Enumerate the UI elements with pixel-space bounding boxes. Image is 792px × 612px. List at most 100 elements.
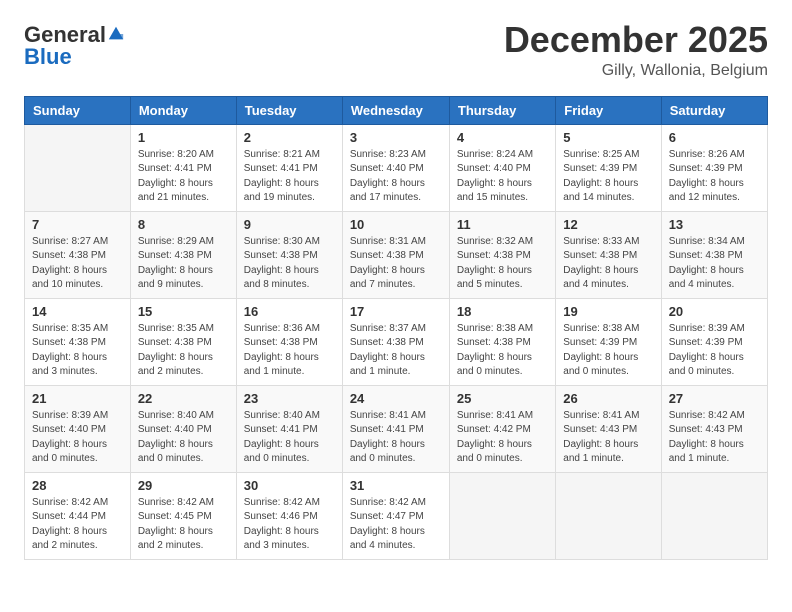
day-info: Sunrise: 8:29 AMSunset: 4:38 PMDaylight:… <box>138 235 229 293</box>
calendar-cell <box>25 124 131 211</box>
day-info: Sunrise: 8:34 AMSunset: 4:38 PMDaylight:… <box>669 235 760 293</box>
day-info: Sunrise: 8:42 AMSunset: 4:46 PMDaylight:… <box>244 496 335 554</box>
day-info: Sunrise: 8:32 AMSunset: 4:38 PMDaylight:… <box>457 235 548 293</box>
calendar-cell: 27 Sunrise: 8:42 AMSunset: 4:43 PMDayligh… <box>661 385 767 472</box>
day-number: 3 <box>350 130 442 145</box>
day-number: 6 <box>669 130 760 145</box>
calendar-cell: 28 Sunrise: 8:42 AMSunset: 4:44 PMDayligh… <box>25 472 131 559</box>
day-info: Sunrise: 8:38 AMSunset: 4:39 PMDaylight:… <box>563 322 653 380</box>
calendar-week-5: 28 Sunrise: 8:42 AMSunset: 4:44 PMDayligh… <box>25 472 768 559</box>
day-number: 9 <box>244 217 335 232</box>
day-info: Sunrise: 8:25 AMSunset: 4:39 PMDaylight:… <box>563 148 653 206</box>
calendar-cell: 1Sunrise: 8:20 AMSunset: 4:41 PMDaylight… <box>130 124 236 211</box>
day-number: 29 <box>138 478 229 493</box>
day-number: 24 <box>350 391 442 406</box>
calendar-cell: 2 Sunrise: 8:21 AMSunset: 4:41 PMDaylight… <box>236 124 342 211</box>
calendar-cell: 9 Sunrise: 8:30 AMSunset: 4:38 PMDaylight… <box>236 211 342 298</box>
calendar-week-1: 1Sunrise: 8:20 AMSunset: 4:41 PMDaylight… <box>25 124 768 211</box>
day-number: 26 <box>563 391 653 406</box>
day-number: 19 <box>563 304 653 319</box>
day-number: 28 <box>32 478 123 493</box>
day-info: Sunrise: 8:42 AMSunset: 4:44 PMDaylight:… <box>32 496 123 554</box>
page-header: General Blue December 2025 Gilly, Wallon… <box>24 20 768 80</box>
calendar-cell: 3 Sunrise: 8:23 AMSunset: 4:40 PMDaylight… <box>342 124 449 211</box>
day-info: Sunrise: 8:30 AMSunset: 4:38 PMDaylight:… <box>244 235 335 293</box>
day-info: Sunrise: 8:23 AMSunset: 4:40 PMDaylight:… <box>350 148 442 206</box>
calendar-cell: 4 Sunrise: 8:24 AMSunset: 4:40 PMDaylight… <box>449 124 555 211</box>
day-info: Sunrise: 8:36 AMSunset: 4:38 PMDaylight:… <box>244 322 335 380</box>
day-info: Sunrise: 8:40 AMSunset: 4:40 PMDaylight:… <box>138 409 229 467</box>
day-number: 25 <box>457 391 548 406</box>
calendar-cell: 18 Sunrise: 8:38 AMSunset: 4:38 PMDayligh… <box>449 298 555 385</box>
calendar-cell: 21 Sunrise: 8:39 AMSunset: 4:40 PMDayligh… <box>25 385 131 472</box>
calendar-table: SundayMondayTuesdayWednesdayThursdayFrid… <box>24 96 768 560</box>
calendar-cell: 25 Sunrise: 8:41 AMSunset: 4:42 PMDayligh… <box>449 385 555 472</box>
calendar-cell: 20Sunrise: 8:39 AMSunset: 4:39 PMDayligh… <box>661 298 767 385</box>
logo: General Blue <box>24 24 125 69</box>
calendar-cell: 7 Sunrise: 8:27 AMSunset: 4:38 PMDaylight… <box>25 211 131 298</box>
calendar-cell <box>556 472 661 559</box>
day-number: 16 <box>244 304 335 319</box>
day-info: Sunrise: 8:37 AMSunset: 4:38 PMDaylight:… <box>350 322 442 380</box>
calendar-cell: 12 Sunrise: 8:33 AMSunset: 4:38 PMDayligh… <box>556 211 661 298</box>
title-block: December 2025 Gilly, Wallonia, Belgium <box>504 20 768 80</box>
day-number: 21 <box>32 391 123 406</box>
day-info: Sunrise: 8:33 AMSunset: 4:38 PMDaylight:… <box>563 235 653 293</box>
day-number: 15 <box>138 304 229 319</box>
day-info: Sunrise: 8:24 AMSunset: 4:40 PMDaylight:… <box>457 148 548 206</box>
day-info: Sunrise: 8:26 AMSunset: 4:39 PMDaylight:… <box>669 148 760 206</box>
day-info: Sunrise: 8:38 AMSunset: 4:38 PMDaylight:… <box>457 322 548 380</box>
day-header-tuesday: Tuesday <box>236 96 342 124</box>
day-number: 2 <box>244 130 335 145</box>
day-number: 8 <box>138 217 229 232</box>
calendar-cell: 30 Sunrise: 8:42 AMSunset: 4:46 PMDayligh… <box>236 472 342 559</box>
calendar-cell: 11 Sunrise: 8:32 AMSunset: 4:38 PMDayligh… <box>449 211 555 298</box>
day-number: 17 <box>350 304 442 319</box>
day-info: Sunrise: 8:41 AMSunset: 4:42 PMDaylight:… <box>457 409 548 467</box>
day-info: Sunrise: 8:41 AMSunset: 4:41 PMDaylight:… <box>350 409 442 467</box>
day-info: Sunrise: 8:27 AMSunset: 4:38 PMDaylight:… <box>32 235 123 293</box>
day-number: 10 <box>350 217 442 232</box>
calendar-cell: 23Sunrise: 8:40 AMSunset: 4:41 PMDayligh… <box>236 385 342 472</box>
calendar-cell: 13 Sunrise: 8:34 AMSunset: 4:38 PMDayligh… <box>661 211 767 298</box>
calendar-cell: 19 Sunrise: 8:38 AMSunset: 4:39 PMDayligh… <box>556 298 661 385</box>
calendar-cell: 31 Sunrise: 8:42 AMSunset: 4:47 PMDayligh… <box>342 472 449 559</box>
day-number: 14 <box>32 304 123 319</box>
day-number: 7 <box>32 217 123 232</box>
day-number: 11 <box>457 217 548 232</box>
day-info: Sunrise: 8:31 AMSunset: 4:38 PMDaylight:… <box>350 235 442 293</box>
day-number: 12 <box>563 217 653 232</box>
calendar-week-2: 7 Sunrise: 8:27 AMSunset: 4:38 PMDaylight… <box>25 211 768 298</box>
calendar-week-4: 21 Sunrise: 8:39 AMSunset: 4:40 PMDayligh… <box>25 385 768 472</box>
day-info: Sunrise: 8:42 AMSunset: 4:47 PMDaylight:… <box>350 496 442 554</box>
day-info: Sunrise: 8:39 AMSunset: 4:40 PMDaylight:… <box>32 409 123 467</box>
day-info: Sunrise: 8:42 AMSunset: 4:43 PMDaylight:… <box>669 409 760 467</box>
day-number: 30 <box>244 478 335 493</box>
day-number: 18 <box>457 304 548 319</box>
day-number: 22 <box>138 391 229 406</box>
day-number: 31 <box>350 478 442 493</box>
calendar-cell: 10 Sunrise: 8:31 AMSunset: 4:38 PMDayligh… <box>342 211 449 298</box>
calendar-cell: 16 Sunrise: 8:36 AMSunset: 4:38 PMDayligh… <box>236 298 342 385</box>
calendar-cell: 5 Sunrise: 8:25 AMSunset: 4:39 PMDaylight… <box>556 124 661 211</box>
day-number: 27 <box>669 391 760 406</box>
day-number: 20 <box>669 304 760 319</box>
month-year-title: December 2025 <box>504 20 768 60</box>
logo-blue-text: Blue <box>24 44 72 69</box>
day-number: 13 <box>669 217 760 232</box>
day-info: Sunrise: 8:40 AMSunset: 4:41 PMDaylight:… <box>244 409 335 467</box>
day-header-thursday: Thursday <box>449 96 555 124</box>
calendar-cell <box>661 472 767 559</box>
calendar-week-3: 14 Sunrise: 8:35 AMSunset: 4:38 PMDayligh… <box>25 298 768 385</box>
day-info: Sunrise: 8:42 AMSunset: 4:45 PMDaylight:… <box>138 496 229 554</box>
day-header-saturday: Saturday <box>661 96 767 124</box>
day-number: 5 <box>563 130 653 145</box>
day-info: Sunrise: 8:41 AMSunset: 4:43 PMDaylight:… <box>563 409 653 467</box>
day-info: Sunrise: 8:35 AMSunset: 4:38 PMDaylight:… <box>138 322 229 380</box>
day-header-monday: Monday <box>130 96 236 124</box>
logo-general-text: General <box>24 24 106 46</box>
day-number: 1 <box>138 130 229 145</box>
calendar-cell: 15 Sunrise: 8:35 AMSunset: 4:38 PMDayligh… <box>130 298 236 385</box>
day-number: 4 <box>457 130 548 145</box>
day-info: Sunrise: 8:21 AMSunset: 4:41 PMDaylight:… <box>244 148 335 206</box>
